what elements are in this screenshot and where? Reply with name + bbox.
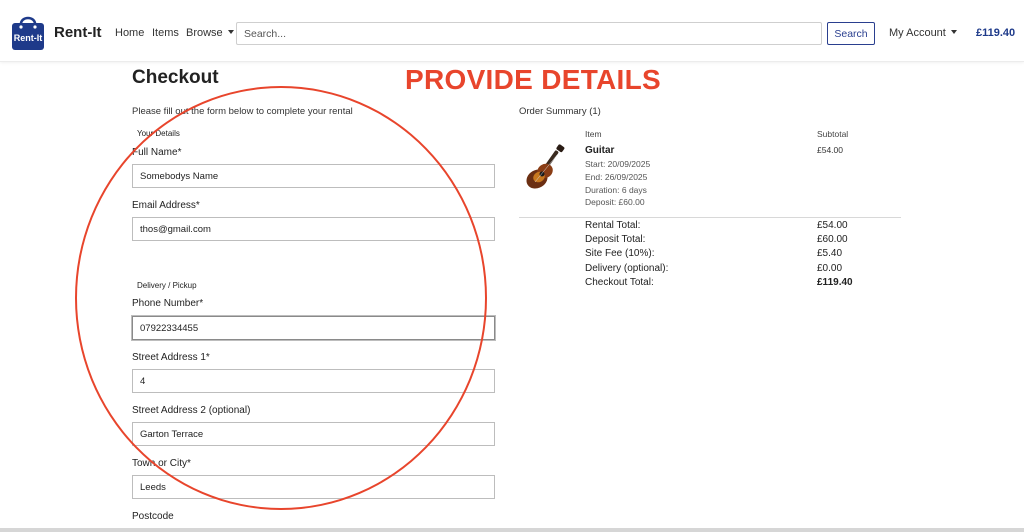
full-name-label: Full Name* [132,147,182,158]
svg-text:Rent-It: Rent-It [14,33,43,43]
rental-total-label: Rental Total: [585,220,641,231]
your-details-heading: Your Details [137,129,180,138]
subtotal-column-header: Subtotal [817,129,849,139]
annotation-title: PROVIDE DETAILS [405,64,662,95]
item-deposit: Deposit: £60.00 [585,197,645,207]
delivery-pickup-heading: Delivery / Pickup [137,281,197,290]
shopping-bag-logo-icon[interactable]: Rent-It [9,13,47,51]
navbar: Rent-It Rent-It Home Items Browse Search… [0,0,1024,62]
item-subtotal: £54.00 [817,145,843,155]
chevron-down-icon [227,30,234,34]
brand-name[interactable]: Rent-It [54,24,102,41]
checkout-total-value: £119.40 [817,277,853,288]
street-address-1-label: Street Address 1* [132,352,210,363]
basket-total-link[interactable]: £119.40 [976,27,1015,39]
item-end-date: End: 26/09/2025 [585,172,648,182]
nav-browse-label: Browse [186,27,223,39]
item-duration: Duration: 6 days [585,185,647,195]
my-account-dropdown[interactable]: My Account [889,27,957,39]
full-name-field[interactable] [132,164,495,188]
deposit-total-value: £60.00 [817,234,848,245]
nav-home-link[interactable]: Home [115,27,144,39]
street-address-2-label: Street Address 2 (optional) [132,405,251,416]
street-address-1-field[interactable] [132,369,495,393]
phone-field[interactable] [132,316,495,340]
phone-label: Phone Number* [132,298,204,309]
town-city-label: Town or City* [132,458,191,469]
town-city-field[interactable] [132,475,495,499]
street-address-2-field[interactable] [132,422,495,446]
search-button[interactable]: Search [827,22,875,45]
email-field[interactable] [132,217,495,241]
site-fee-label: Site Fee (10%): [585,248,655,259]
email-label: Email Address* [132,200,200,211]
nav-items-link[interactable]: Items [152,27,179,39]
item-name: Guitar [585,145,615,156]
summary-divider [519,217,901,218]
chevron-down-icon [950,30,957,34]
order-summary-title: Order Summary (1) [519,106,601,117]
search-input[interactable] [236,22,822,45]
horizontal-scrollbar[interactable] [0,528,1024,532]
item-column-header: Item [585,129,602,139]
delivery-value: £0.00 [817,263,843,274]
item-start-date: Start: 20/09/2025 [585,159,651,169]
delivery-label: Delivery (optional): [585,263,669,274]
postcode-label: Postcode [132,511,174,522]
guitar-image[interactable] [519,141,571,193]
checkout-total-label: Checkout Total: [585,277,654,288]
page-title: Checkout [132,67,219,88]
my-account-label: My Account [889,27,946,39]
checkout-intro: Please fill out the form below to comple… [132,106,353,117]
nav-browse-dropdown[interactable]: Browse [186,27,234,39]
deposit-total-label: Deposit Total: [585,234,646,245]
rental-total-value: £54.00 [817,220,848,231]
site-fee-value: £5.40 [817,248,843,259]
